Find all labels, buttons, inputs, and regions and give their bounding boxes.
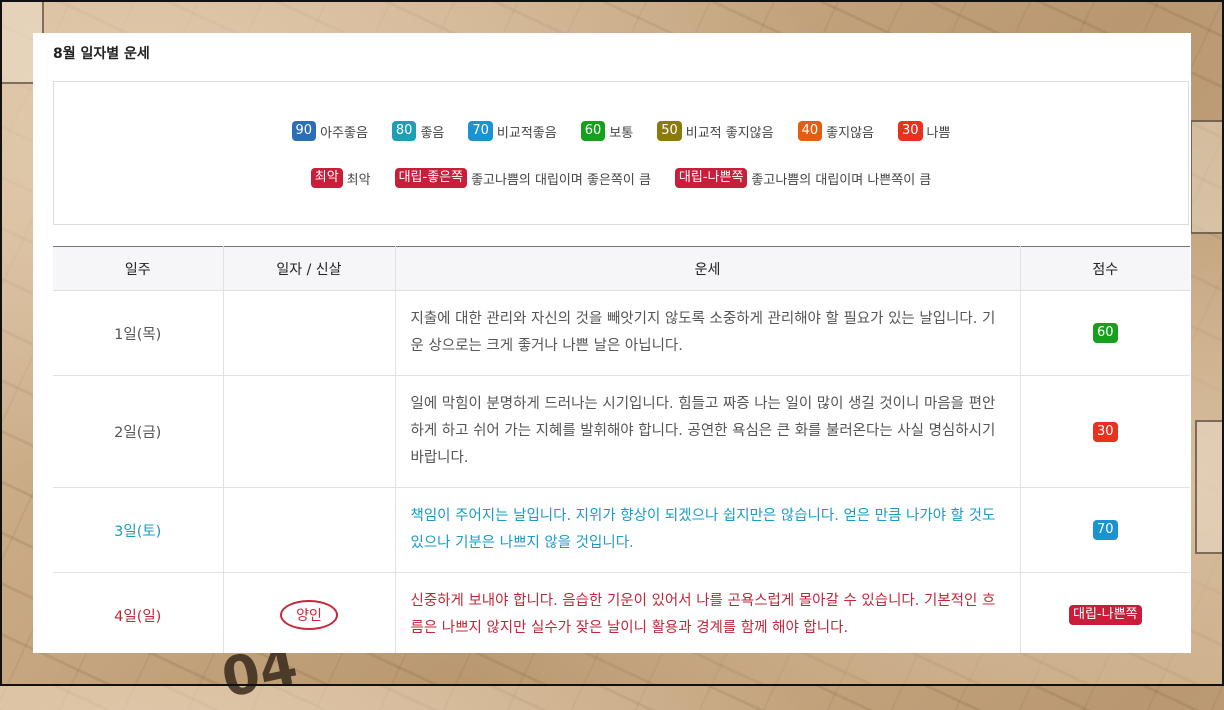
score-badge: 대립-나쁜쪽 xyxy=(1069,605,1142,625)
sinsal-cell xyxy=(223,375,396,488)
legend-label: 비교적좋음 xyxy=(496,125,557,141)
sinsal-cell xyxy=(223,290,396,376)
score-badge: 60 xyxy=(1092,323,1118,343)
fortune-table: 일주 일자 / 신살 운세 점수 1일(목) 지출에 대한 관리와 자신의 것을… xyxy=(53,246,1190,653)
fortune-text-cell: 일에 막힘이 분명하게 드러나는 시기입니다. 힘들고 짜증 나는 일이 많이 … xyxy=(395,375,1021,488)
sinsal-cell: 양인 xyxy=(223,572,396,653)
legend-item: 60 보통 xyxy=(580,121,634,141)
legend-label: 비교적 좋지않음 xyxy=(685,125,774,141)
score-cell: 70 xyxy=(1020,487,1190,573)
legend-item: 30 나쁨 xyxy=(898,121,950,141)
legend-label: 아주좋음 xyxy=(320,125,368,141)
legend-label: 좋음 xyxy=(420,125,445,141)
sinsal-badge: 양인 xyxy=(280,600,338,630)
legend-label: 최악 xyxy=(346,172,371,188)
page-title: 8월 일자별 운세 xyxy=(53,46,150,62)
score-cell: 60 xyxy=(1020,290,1190,376)
legend-item: 50 비교적 좋지않음 xyxy=(657,121,774,141)
score-badge: 70 xyxy=(1092,520,1118,540)
score-cell: 대립-나쁜쪽 xyxy=(1020,572,1190,653)
legend-badge: 60 xyxy=(580,121,606,141)
table-row: 2일(금) 일에 막힘이 분명하게 드러나는 시기입니다. 힘들고 짜증 나는 … xyxy=(53,375,1190,488)
legend-item: 80 좋음 xyxy=(391,121,445,141)
day-cell: 4일(일) xyxy=(53,572,224,653)
fortune-text-cell: 책임이 주어지는 날입니다. 지위가 향상이 되겠으나 쉽지만은 않습니다. 얻… xyxy=(395,487,1021,573)
legend-item: 90 아주좋음 xyxy=(291,121,368,141)
legend-badge: 대립-좋은쪽 xyxy=(394,168,468,188)
header-date-sinsal: 일자 / 신살 xyxy=(223,246,396,291)
legend-badge: 30 xyxy=(898,121,923,141)
legend-label: 좋지않음 xyxy=(826,125,874,141)
legend-badge: 최악 xyxy=(310,168,343,188)
legend-row-special: 최악 최악 대립-좋은쪽 좋고나쁨의 대립이며 좋은쪽이 큼 대립-나쁜쪽 좋고나쁨의 대… xyxy=(54,168,1188,188)
legend-item: 40 좋지않음 xyxy=(797,121,874,141)
score-badge: 30 xyxy=(1092,421,1118,442)
header-score: 점수 xyxy=(1020,246,1190,291)
legend-badge: 40 xyxy=(797,121,823,141)
legend-badge: 90 xyxy=(291,121,317,141)
background-calendar-cell xyxy=(1190,120,1224,234)
legend-badge: 80 xyxy=(391,121,417,141)
table-header-row: 일주 일자 / 신살 운세 점수 xyxy=(53,246,1190,291)
table-row: 4일(일) 양인 신중하게 보내야 합니다. 음습한 기운이 있어서 나를 곤욕… xyxy=(53,572,1190,653)
legend-badge: 50 xyxy=(657,121,682,141)
header-fortune: 운세 xyxy=(395,246,1021,291)
table-row: 1일(목) 지출에 대한 관리와 자신의 것을 빼앗기지 않도록 소중하게 관리… xyxy=(53,290,1190,376)
legend-item: 대립-좋은쪽 좋고나쁨의 대립이며 좋은쪽이 큼 xyxy=(394,168,651,188)
fortune-text-cell: 지출에 대한 관리와 자신의 것을 빼앗기지 않도록 소중하게 관리해야 할 필… xyxy=(395,290,1021,376)
legend-label: 좋고나쁨의 대립이며 나쁜쪽이 큼 xyxy=(751,172,932,188)
fortune-card: 8월 일자별 운세 90 아주좋음 80 좋음 70 비교적좋음 60 보통 50 비교적 좋지않… xyxy=(33,33,1191,653)
sinsal-cell xyxy=(223,487,396,573)
day-cell: 1일(목) xyxy=(53,290,224,376)
day-cell: 2일(금) xyxy=(53,375,224,488)
score-cell: 30 xyxy=(1020,375,1190,488)
legend-badge: 70 xyxy=(468,121,493,141)
header-day: 일주 xyxy=(53,246,224,291)
legend-label: 좋고나쁨의 대립이며 좋은쪽이 큼 xyxy=(471,172,651,188)
legend-item: 70 비교적좋음 xyxy=(468,121,557,141)
legend-item: 대립-나쁜쪽 좋고나쁨의 대립이며 나쁜쪽이 큼 xyxy=(674,168,932,188)
day-cell: 3일(토) xyxy=(53,487,224,573)
table-row: 3일(토) 책임이 주어지는 날입니다. 지위가 향상이 되겠으나 쉽지만은 않… xyxy=(53,487,1190,573)
legend-badge: 대립-나쁜쪽 xyxy=(674,168,748,188)
legend-item: 최악 최악 xyxy=(310,168,371,188)
legend-row-scores: 90 아주좋음 80 좋음 70 비교적좋음 60 보통 50 비교적 좋지않음 40 좋지않음 30 나… xyxy=(54,121,1188,141)
score-legend: 90 아주좋음 80 좋음 70 비교적좋음 60 보통 50 비교적 좋지않음 40 좋지않음 30 나… xyxy=(53,81,1189,225)
legend-label: 나쁨 xyxy=(926,125,951,141)
fortune-text-cell: 신중하게 보내야 합니다. 음습한 기운이 있어서 나를 곤욕스럽게 몰아갈 수… xyxy=(395,572,1021,653)
legend-label: 보통 xyxy=(609,125,634,141)
background-calendar-cell xyxy=(1195,420,1224,554)
